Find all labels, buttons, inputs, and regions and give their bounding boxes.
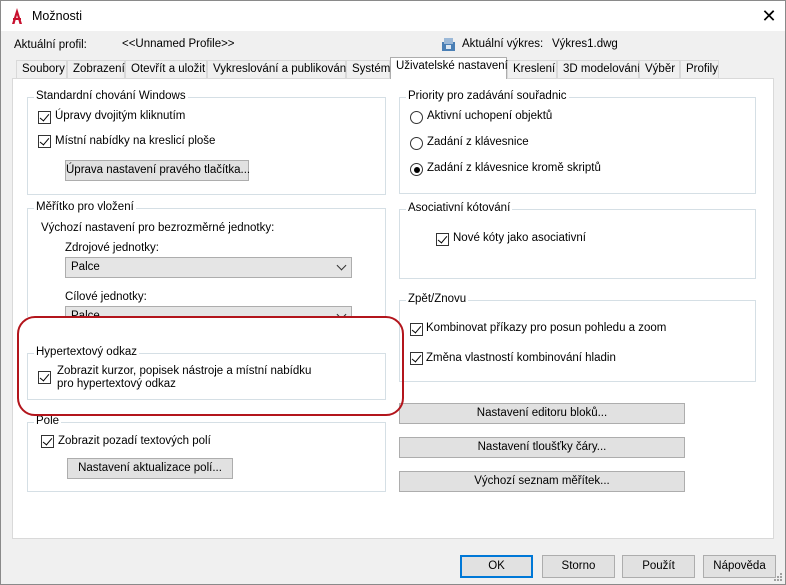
highlight-ring (17, 316, 404, 416)
drawing-file-icon (442, 38, 455, 51)
combine-zoom-pan-checkbox[interactable] (410, 323, 423, 336)
chevron-down-icon (336, 260, 347, 271)
tab-drafting[interactable]: Kreslení (507, 60, 557, 78)
coord-priority-title: Priority pro zadávání souřadnic (406, 90, 569, 102)
assoc-dim-checkbox[interactable] (436, 233, 449, 246)
current-profile-label: Aktuální profil: (14, 39, 87, 51)
options-dialog: Možnosti ✕ Aktuální profil: <<Unnamed Pr… (0, 0, 786, 585)
ok-button[interactable]: OK (460, 555, 533, 578)
keyboard-entry-radio[interactable] (410, 137, 423, 150)
keyboard-except-scripts-label: Zadání z klávesnice kromě skriptů (427, 162, 601, 174)
lineweight-settings-button[interactable]: Nastavení tloušťky čáry... (399, 437, 685, 458)
autocad-logo-icon (12, 8, 22, 24)
combine-layer-props-label: Změna vlastností kombinování hladin (426, 352, 616, 364)
title-bar: Možnosti ✕ (1, 1, 785, 31)
field-background-label: Zobrazit pozadí textových polí (58, 435, 211, 447)
field-background-checkbox[interactable] (41, 435, 54, 448)
undo-redo-title: Zpět/Znovu (406, 293, 469, 305)
tab-selection[interactable]: Výběr (639, 60, 680, 78)
field-update-settings-button[interactable]: Nastavení aktualizace polí... (67, 458, 233, 479)
current-drawing-value: Výkres1.dwg (552, 38, 618, 50)
unitless-default-label: Výchozí nastavení pro bezrozměrné jednot… (41, 222, 275, 234)
cancel-button[interactable]: Storno (542, 555, 615, 578)
source-units-select[interactable]: Palce (65, 257, 352, 278)
window-title: Možnosti (32, 9, 83, 23)
tab-files[interactable]: Soubory (16, 60, 67, 78)
context-menu-checkbox[interactable] (38, 135, 51, 148)
apply-button[interactable]: Použít (622, 555, 695, 578)
source-units-label: Zdrojové jednotky: (65, 242, 159, 254)
fields-title: Pole (34, 415, 62, 427)
help-button[interactable]: Nápověda (703, 555, 776, 578)
dbl-click-edit-label: Úpravy dvojitým kliknutím (55, 110, 186, 122)
resize-grip-icon[interactable] (771, 572, 783, 584)
assoc-dim-group: Asociativní kótování (399, 202, 756, 279)
target-units-label: Cílové jednotky: (65, 291, 147, 303)
tab-system[interactable]: Systém (346, 60, 390, 78)
source-units-value: Palce (71, 261, 100, 273)
close-button[interactable]: ✕ (753, 3, 785, 29)
osnap-radio[interactable] (410, 111, 423, 124)
tab-open-save[interactable]: Otevřít a uložit (125, 60, 207, 78)
fields-group: Pole (27, 415, 386, 492)
context-menu-label: Místní nabídky na kreslicí ploše (55, 135, 216, 147)
assoc-dim-title: Asociativní kótování (406, 202, 513, 214)
insert-scale-title: Měřítko pro vložení (34, 201, 136, 213)
combine-layer-props-checkbox[interactable] (410, 352, 423, 365)
keyboard-except-scripts-radio[interactable] (410, 163, 423, 176)
tab-profiles[interactable]: Profily (680, 60, 719, 78)
tab-plot-publish[interactable]: Vykreslování a publikování (207, 60, 349, 78)
tab-user-preferences[interactable]: Uživatelské nastavení (390, 57, 508, 79)
osnap-label: Aktivní uchopení objektů (427, 110, 553, 122)
tab-display[interactable]: Zobrazení (67, 60, 125, 78)
windows-behavior-title: Standardní chování Windows (34, 90, 188, 102)
assoc-dim-label: Nové kóty jako asociativní (453, 232, 586, 244)
block-editor-settings-button[interactable]: Nastavení editoru bloků... (399, 403, 685, 424)
tab-3d-modeling[interactable]: 3D modelování (557, 60, 640, 78)
right-click-settings-button[interactable]: Úprava nastavení pravého tlačítka... (65, 160, 250, 181)
dbl-click-edit-checkbox[interactable] (38, 111, 51, 124)
current-profile-value: <<Unnamed Profile>> (122, 38, 235, 50)
undo-redo-group: Zpět/Znovu (399, 293, 756, 382)
keyboard-entry-label: Zadání z klávesnice (427, 136, 529, 148)
current-drawing-label: Aktuální výkres: (462, 38, 544, 50)
default-scale-list-button[interactable]: Výchozí seznam měřítek... (399, 471, 685, 492)
combine-zoom-pan-label: Kombinovat příkazy pro posun pohledu a z… (426, 322, 667, 334)
